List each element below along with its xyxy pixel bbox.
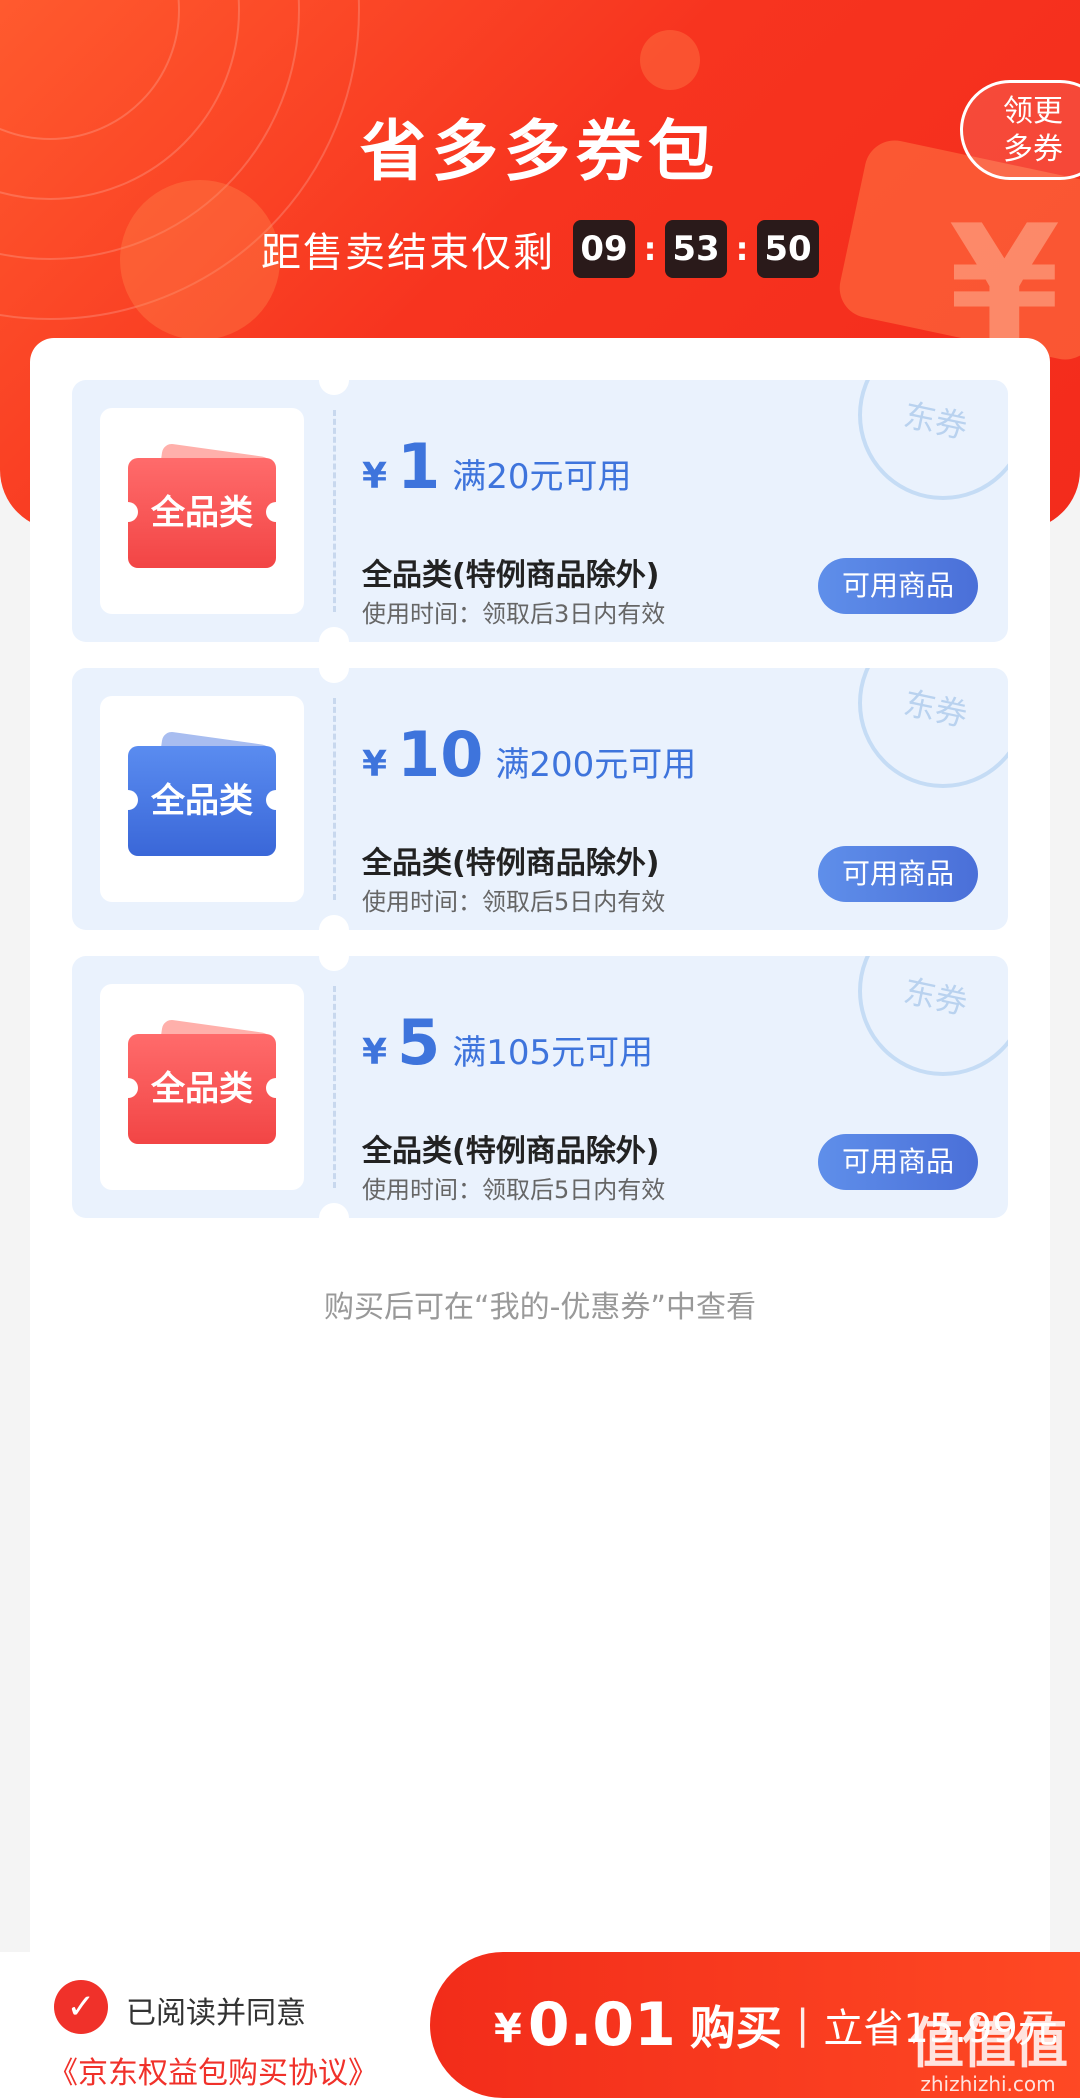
stamp-icon: 东券 bbox=[858, 956, 1008, 1076]
watermark: 值值值 zhizhizhi.com bbox=[910, 2012, 1068, 2096]
coupon-condition: 满105元可用 bbox=[452, 1033, 654, 1073]
coupon-card: 东券 全品类 ¥ 10 满200元可用 全品类(特例商品除外) 使用时间：领取后… bbox=[72, 668, 1008, 930]
coupon-value: 5 bbox=[397, 1006, 441, 1079]
coupon-value: 1 bbox=[397, 430, 441, 503]
buy-price: 0.01 bbox=[527, 1990, 676, 2060]
coupon-condition: 满200元可用 bbox=[495, 745, 697, 785]
countdown-hours: 09 bbox=[573, 220, 635, 278]
check-icon[interactable]: ✓ bbox=[54, 1980, 108, 2034]
available-products-button[interactable]: 可用商品 bbox=[818, 558, 978, 614]
agree-text: 已阅读并同意 bbox=[126, 1996, 306, 2031]
coupon-tag: 全品类 bbox=[118, 746, 286, 856]
coupon-amount: ¥ 10 满200元可用 bbox=[362, 718, 697, 791]
coupon-title: 全品类(特例商品除外) bbox=[362, 558, 660, 593]
coupon-title: 全品类(特例商品除外) bbox=[362, 846, 660, 881]
view-hint: 购买后可在“我的-优惠券”中查看 bbox=[324, 1290, 756, 1325]
coupon-image: 全品类 bbox=[100, 984, 304, 1190]
coupon-tag: 全品类 bbox=[118, 458, 286, 568]
countdown-separator: : bbox=[643, 230, 657, 268]
buy-label: 购买 bbox=[689, 2001, 782, 2055]
countdown: 距售卖结束仅剩 09 : 53 : 50 bbox=[0, 220, 1080, 278]
coupon-condition: 满20元可用 bbox=[452, 457, 632, 497]
more-coupons-button[interactable]: 领更 多券 bbox=[960, 80, 1080, 180]
coupon-card: 东券 全品类 ¥ 5 满105元可用 全品类(特例商品除外) 使用时间：领取后5… bbox=[72, 956, 1008, 1218]
coupon-validity: 使用时间：领取后5日内有效 bbox=[362, 888, 666, 916]
coupon-title: 全品类(特例商品除外) bbox=[362, 1134, 660, 1169]
coupon-image: 全品类 bbox=[100, 408, 304, 614]
available-products-button[interactable]: 可用商品 bbox=[818, 846, 978, 902]
more-coupons-label: 领更 多券 bbox=[1003, 94, 1063, 167]
coupon-card: 东券 全品类 ¥ 1 满20元可用 全品类(特例商品除外) 使用时间：领取后3日… bbox=[72, 380, 1008, 642]
coupon-amount: ¥ 5 满105元可用 bbox=[362, 1006, 654, 1079]
coupon-validity: 使用时间：领取后5日内有效 bbox=[362, 1176, 666, 1204]
stamp-icon: 东券 bbox=[858, 668, 1008, 788]
page-title: 省多多券包 bbox=[360, 113, 720, 190]
coupon-validity: 使用时间：领取后3日内有效 bbox=[362, 600, 666, 628]
countdown-label: 距售卖结束仅剩 bbox=[261, 230, 555, 276]
coupon-value: 10 bbox=[397, 718, 484, 791]
coupon-tag: 全品类 bbox=[118, 1034, 286, 1144]
countdown-minutes: 53 bbox=[665, 220, 727, 278]
bottom-bar: ✓ 已阅读并同意 《京东权益包购买协议》 ¥ 0.01 购买 | 立省15.99… bbox=[0, 1952, 1080, 2098]
coupon-image: 全品类 bbox=[100, 696, 304, 902]
agreement-link[interactable]: 《京东权益包购买协议》 bbox=[48, 2048, 378, 2092]
coupon-amount: ¥ 1 满20元可用 bbox=[362, 430, 632, 503]
coupon-panel: 东券 全品类 ¥ 1 满20元可用 全品类(特例商品除外) 使用时间：领取后3日… bbox=[30, 338, 1050, 2098]
countdown-separator: : bbox=[735, 230, 749, 268]
stamp-icon: 东券 bbox=[858, 380, 1008, 500]
available-products-button[interactable]: 可用商品 bbox=[818, 1134, 978, 1190]
countdown-seconds: 50 bbox=[757, 220, 819, 278]
